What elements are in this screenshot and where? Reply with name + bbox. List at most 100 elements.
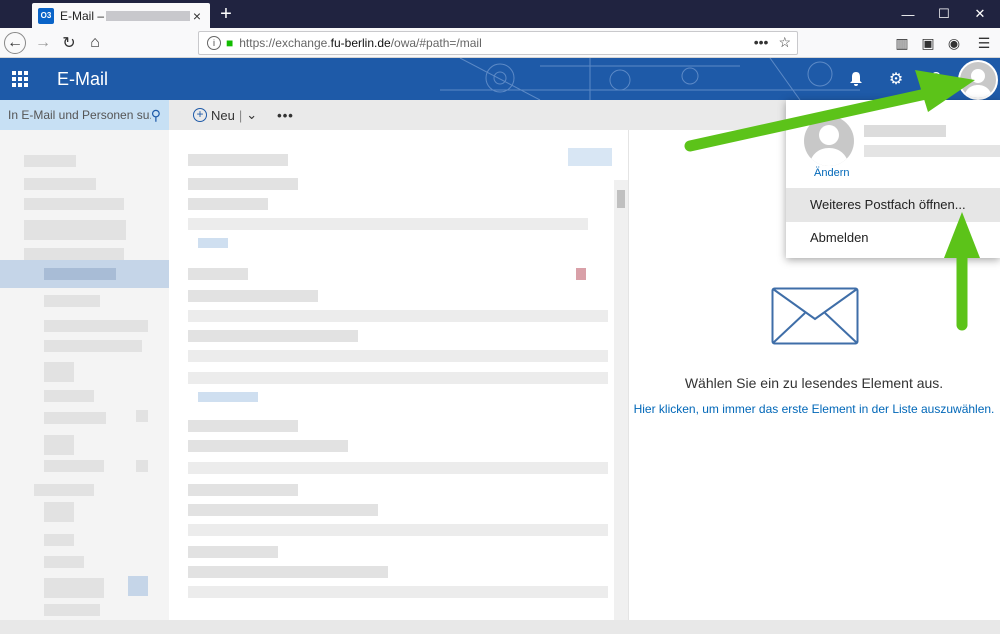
close-window-button[interactable]: ✕ bbox=[962, 0, 998, 28]
message-subject[interactable] bbox=[188, 440, 348, 452]
profile-avatar[interactable] bbox=[804, 116, 854, 166]
lock-icon: ■ bbox=[226, 36, 234, 50]
bell-icon[interactable] bbox=[836, 58, 876, 100]
back-icon[interactable]: ← bbox=[4, 32, 26, 54]
sidebar-icon[interactable]: ▣ bbox=[918, 32, 938, 54]
message-list-scrollbar[interactable] bbox=[614, 180, 628, 620]
tab-title-text: E-Mail – bbox=[60, 8, 105, 23]
home-icon[interactable]: ⌂ bbox=[84, 32, 106, 54]
search-box[interactable]: In E-Mail und Personen su... ⚲ bbox=[0, 100, 169, 130]
message-sender[interactable] bbox=[188, 484, 298, 496]
folder-item[interactable] bbox=[44, 460, 104, 472]
url-bar[interactable]: i ■ https://exchange. fu-berlin.de/owa/#p… bbox=[198, 31, 798, 55]
user-avatar-icon bbox=[964, 69, 992, 98]
new-tab-button[interactable]: + bbox=[215, 3, 237, 26]
header-blueprint-decoration bbox=[440, 58, 860, 100]
message-sender[interactable] bbox=[188, 420, 298, 432]
menu-icon[interactable]: ☰ bbox=[974, 32, 994, 54]
folder-label-redacted bbox=[44, 268, 116, 280]
folder-item[interactable] bbox=[44, 320, 148, 332]
folder-item[interactable] bbox=[24, 198, 124, 210]
new-mail-button[interactable]: + Neu | ⌄ bbox=[193, 107, 257, 123]
search-icon[interactable]: ⚲ bbox=[151, 107, 161, 124]
folder-item[interactable] bbox=[24, 178, 96, 190]
help-icon[interactable]: ? bbox=[916, 58, 956, 100]
search-input[interactable]: In E-Mail und Personen su... bbox=[8, 108, 151, 122]
tab-title-redacted bbox=[106, 11, 190, 22]
folder-item[interactable] bbox=[44, 556, 84, 568]
message-subject[interactable] bbox=[188, 290, 318, 302]
minimize-button[interactable]: — bbox=[890, 0, 926, 28]
separator: | bbox=[238, 107, 243, 123]
message-preview[interactable] bbox=[188, 198, 268, 210]
folder-item[interactable] bbox=[24, 155, 76, 167]
url-prefix: https://exchange. bbox=[239, 36, 331, 50]
message-preview[interactable] bbox=[188, 462, 608, 474]
message-preview[interactable] bbox=[188, 310, 608, 322]
message-preview[interactable] bbox=[188, 372, 608, 384]
message-subject[interactable] bbox=[188, 178, 298, 190]
folder-item[interactable] bbox=[44, 362, 74, 382]
message-preview[interactable] bbox=[188, 350, 608, 362]
new-label: Neu bbox=[211, 107, 235, 123]
change-photo-link[interactable]: Ändern bbox=[814, 167, 849, 179]
message-tag bbox=[198, 392, 258, 402]
browser-tab[interactable]: O3 E-Mail – × bbox=[32, 3, 210, 28]
waffle-icon bbox=[12, 71, 28, 87]
folder-item[interactable] bbox=[44, 340, 142, 352]
message-list bbox=[178, 130, 628, 620]
browser-navbar: ← → ↻ ⌂ i ■ https://exchange. fu-berlin.d… bbox=[0, 28, 1000, 58]
message-preview[interactable] bbox=[188, 218, 588, 230]
gear-icon[interactable]: ⚙ bbox=[876, 58, 916, 100]
app-launcher-button[interactable] bbox=[0, 58, 40, 100]
more-actions-button[interactable]: ••• bbox=[277, 108, 294, 123]
message-sender[interactable] bbox=[188, 154, 288, 166]
url-domain: fu-berlin.de bbox=[330, 36, 391, 50]
horizontal-scrollbar[interactable] bbox=[0, 620, 1000, 634]
chevron-down-icon[interactable]: ⌄ bbox=[246, 107, 257, 123]
message-flag bbox=[568, 148, 612, 166]
maximize-button[interactable]: ☐ bbox=[926, 0, 962, 28]
account-icon[interactable]: ◉ bbox=[944, 32, 964, 54]
scrollbar-thumb[interactable] bbox=[617, 190, 625, 208]
sign-out-item[interactable]: Abmelden bbox=[786, 221, 1000, 255]
message-subject[interactable] bbox=[188, 566, 388, 578]
message-sender[interactable] bbox=[188, 268, 248, 280]
forward-icon[interactable]: → bbox=[32, 32, 54, 54]
envelope-icon bbox=[771, 287, 859, 345]
message-preview[interactable] bbox=[188, 524, 608, 536]
plus-icon: + bbox=[193, 108, 207, 122]
folder-item[interactable] bbox=[44, 502, 74, 522]
folder-item[interactable] bbox=[44, 412, 106, 424]
message-preview[interactable] bbox=[188, 586, 608, 598]
open-other-mailbox-item[interactable]: Weiteres Postfach öffnen... bbox=[786, 188, 1000, 222]
account-avatar-button[interactable] bbox=[958, 60, 998, 100]
folder-item[interactable] bbox=[44, 435, 74, 455]
folder-item[interactable] bbox=[24, 220, 126, 240]
folder-item[interactable] bbox=[44, 390, 94, 402]
folder-item[interactable] bbox=[34, 484, 94, 496]
message-sender[interactable] bbox=[188, 330, 358, 342]
info-icon[interactable]: i bbox=[207, 36, 221, 50]
app-title: E-Mail bbox=[57, 69, 109, 89]
folder-pane bbox=[0, 130, 169, 620]
folder-item-selected[interactable] bbox=[0, 260, 169, 288]
message-tag bbox=[198, 238, 228, 248]
message-sender[interactable] bbox=[188, 546, 278, 558]
url-path: /owa/#path=/mail bbox=[390, 36, 482, 50]
message-category bbox=[576, 268, 586, 280]
reload-icon[interactable]: ↻ bbox=[58, 32, 80, 54]
page-actions-icon[interactable]: ••• bbox=[754, 34, 769, 51]
bookmark-star-icon[interactable]: ☆ bbox=[778, 34, 791, 51]
folder-item[interactable] bbox=[44, 604, 100, 616]
tab-close-icon[interactable]: × bbox=[190, 8, 204, 24]
folder-item[interactable] bbox=[24, 248, 124, 260]
select-first-item-link[interactable]: Hier klicken, um immer das erste Element… bbox=[628, 402, 1000, 416]
folder-item[interactable] bbox=[44, 295, 100, 307]
message-subject[interactable] bbox=[188, 504, 378, 516]
browser-titlebar: O3 E-Mail – × + — ☐ ✕ bbox=[0, 0, 1000, 28]
library-icon[interactable]: ▥ bbox=[892, 32, 912, 54]
folder-item[interactable] bbox=[44, 534, 74, 546]
folder-count bbox=[128, 576, 148, 596]
folder-item[interactable] bbox=[44, 578, 104, 598]
